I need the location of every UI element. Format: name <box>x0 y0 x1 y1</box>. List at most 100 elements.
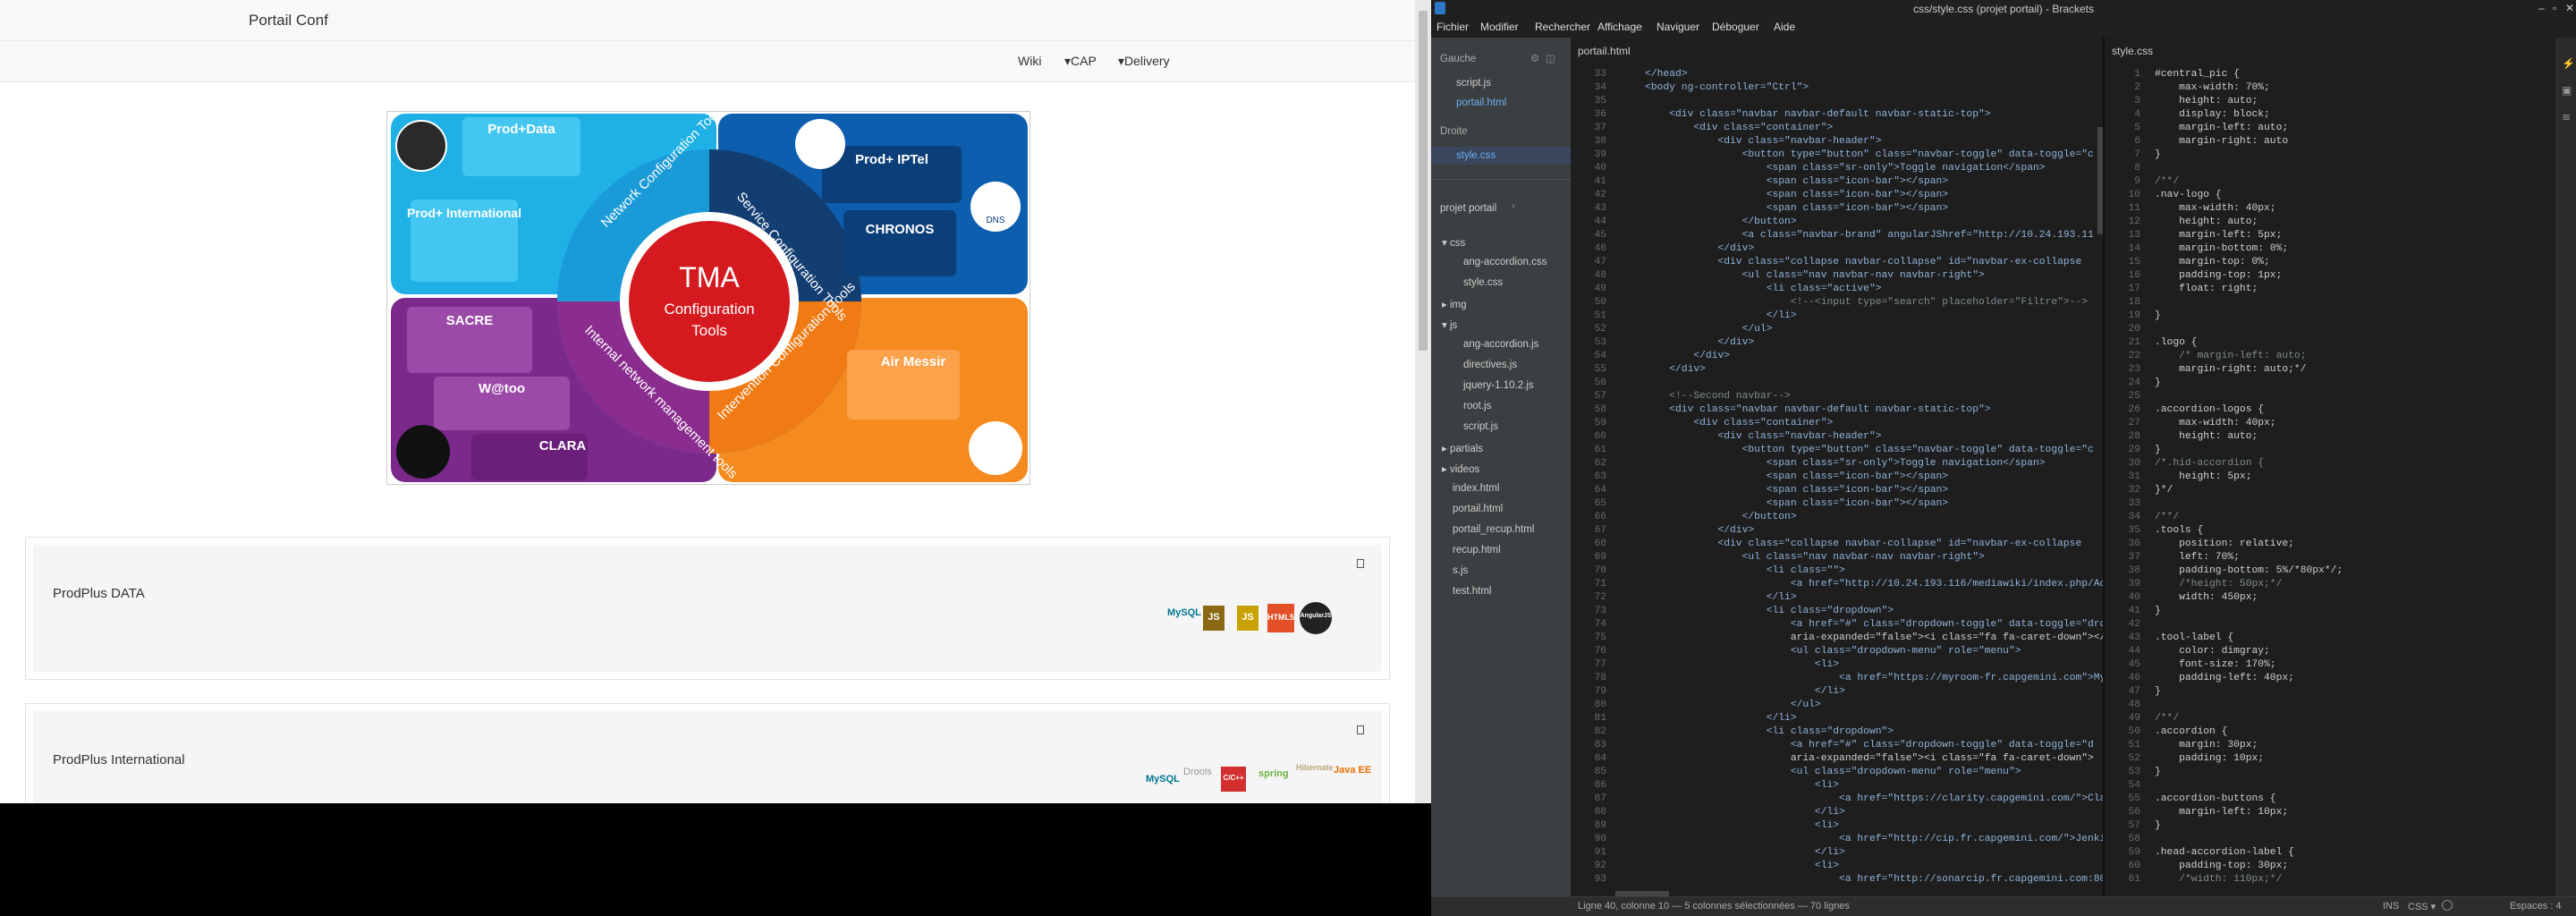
code-line: 33 </head> <box>1571 68 2103 81</box>
tree-item[interactable]: ▸ videos <box>1442 462 1479 475</box>
code-text: <li> <box>1621 780 1840 791</box>
tree-item[interactable]: recup.html <box>1453 545 1501 556</box>
tree-item[interactable]: ▸ partials <box>1442 442 1483 454</box>
tree-item[interactable]: ▾ js <box>1442 318 1457 331</box>
pane-tab-html[interactable]: portail.html <box>1571 38 2103 59</box>
menu-rechercher[interactable]: Rechercher <box>1535 21 1590 33</box>
code-text: } <box>2155 445 2161 455</box>
project-dropdown[interactable]: projet portail <box>1440 203 1496 214</box>
code-line: 71 <a href="http://10.24.193.116/mediawi… <box>1571 578 2117 591</box>
code-line: 47} <box>2105 685 2556 699</box>
code-line: 41} <box>2105 605 2556 618</box>
code-text: </div> <box>1621 351 1731 361</box>
line-number: 60 <box>1594 431 1606 442</box>
line-number: 87 <box>1594 793 1606 804</box>
tree-item[interactable]: ang-accordion.css <box>1463 257 1546 267</box>
tree-item[interactable]: ▸ img <box>1442 298 1467 310</box>
layers-icon[interactable]: ≋ <box>2562 111 2571 123</box>
line-number: 77 <box>1594 659 1606 670</box>
linter-status-icon[interactable] <box>2442 900 2453 911</box>
indent-setting[interactable]: Espaces : 4 <box>2510 901 2561 912</box>
nav-cap-dropdown[interactable]: ▾CAP <box>1064 54 1097 69</box>
line-number: 66 <box>1594 512 1606 522</box>
accordion-prodplus-data[interactable]: ProdPlus DATA MySQL JS JS HTML5 AngularJ… <box>25 537 1390 680</box>
tree-item[interactable]: index.html <box>1453 483 1499 494</box>
line-number: 61 <box>2128 874 2140 885</box>
tree-item[interactable]: directives.js <box>1463 360 1517 370</box>
line-number: 39 <box>2128 579 2140 589</box>
code-line: 51 margin: 30px; <box>2105 739 2556 752</box>
nav-wiki-link[interactable]: Wiki <box>1018 54 1041 68</box>
pane-tab-css[interactable]: style.css <box>2105 38 2556 59</box>
maximize-icon[interactable]: ▫ <box>2553 2 2556 14</box>
live-preview-icon[interactable]: ⚡ <box>2562 57 2575 70</box>
file-sidebar: Gauche ⚙ ◫ script.js portail.html Droite… <box>1431 38 1571 896</box>
code-text: position: relative; <box>2155 539 2294 549</box>
tree-item[interactable]: style.css <box>1463 277 1503 288</box>
menu-affichage[interactable]: Affichage <box>1597 21 1642 33</box>
code-line: 72 </li> <box>1571 591 2103 605</box>
code-html[interactable]: 33 </head> 34 <body ng-controller="Ctrl">… <box>1571 68 2123 886</box>
code-css[interactable]: 1 #central_pic {2 max-width: 70%; 3 height… <box>2105 68 2556 886</box>
accordion-prodplus-international[interactable]: ProdPlus International MySQL Drools C/C+… <box>25 703 1390 803</box>
menu-modifier[interactable]: Modifier <box>1480 21 1519 33</box>
tree-item[interactable]: root.js <box>1463 401 1491 411</box>
working-file-right[interactable]: style.css <box>1456 150 1496 161</box>
tree-item[interactable]: test.html <box>1453 586 1491 597</box>
tree-item[interactable]: script.js <box>1463 421 1498 432</box>
menu-naviguer[interactable]: Naviguer <box>1657 21 1699 33</box>
expand-icon[interactable] <box>1357 725 1364 734</box>
code-line: 75 aria-expanded="false"><i class="fa fa… <box>1571 632 2117 645</box>
tree-item[interactable]: ang-accordion.js <box>1463 339 1538 350</box>
code-line: 66 </button> <box>1571 511 2103 524</box>
center-sub1: Configuration <box>664 301 754 318</box>
close-icon[interactable]: ✕ <box>2565 2 2574 14</box>
split-view-icon[interactable]: ◫ <box>1546 52 1555 64</box>
working-file-active[interactable]: portail.html <box>1456 98 1506 108</box>
menu-aide[interactable]: Aide <box>1774 21 1795 33</box>
code-line: 59 .head-accordion-label { <box>2105 846 2556 860</box>
line-number: 72 <box>1594 592 1606 603</box>
code-line: 23 margin-right: auto;*/ <box>2105 363 2556 377</box>
scrollbar-thumb[interactable] <box>1419 11 1428 351</box>
code-text: max-width: 40px; <box>2155 203 2276 214</box>
nav-delivery-dropdown[interactable]: ▾Delivery <box>1118 54 1170 69</box>
angularjs-logo: AngularJS <box>1300 602 1332 634</box>
code-text: <ul class="dropdown-menu" role="menu"> <box>1621 767 2021 777</box>
code-text: </head> <box>1621 69 1688 80</box>
tree-item[interactable]: portail_recup.html <box>1453 524 1534 535</box>
html5-logo: HTML5 <box>1267 604 1294 632</box>
minimize-icon[interactable]: – <box>2538 2 2545 14</box>
extension-manager-icon[interactable]: ▣ <box>2562 84 2572 97</box>
tree-item[interactable]: s.js <box>1453 565 1468 576</box>
line-number: 42 <box>2128 619 2140 630</box>
language-select[interactable]: CSS ▾ <box>2408 901 2436 912</box>
working-file[interactable]: script.js <box>1456 78 1491 89</box>
tree-item[interactable]: ▾ css <box>1442 236 1465 249</box>
line-number: 76 <box>1594 646 1606 657</box>
code-line: 17 float: right; <box>2105 283 2556 296</box>
line-number: 39 <box>1594 149 1606 160</box>
tree-item[interactable]: portail.html <box>1453 504 1503 514</box>
gear-icon[interactable]: ⚙ <box>1530 52 1539 64</box>
code-line: 70 <li class=""> <box>1571 564 2103 578</box>
menu-bar: Fichier Modifier Rechercher Affichage Na… <box>1431 18 2576 38</box>
code-line: 38 padding-bottom: 5%/*80px*/; <box>2105 564 2556 578</box>
line-number: 28 <box>2128 431 2140 442</box>
code-text: #central_pic { <box>2155 69 2240 80</box>
line-number: 49 <box>1594 284 1606 294</box>
code-line: 51 </li> <box>1571 310 2103 323</box>
code-text: aria-expanded="false"><i class="fa fa-ca… <box>1621 632 2118 643</box>
ins-mode[interactable]: INS <box>2383 901 2399 912</box>
code-line: 54 <box>2105 779 2556 793</box>
code-text: }*/ <box>2155 485 2174 496</box>
menu-deboguer[interactable]: Déboguer <box>1712 21 1759 33</box>
expand-icon[interactable] <box>1357 559 1364 568</box>
tree-item[interactable]: jquery-1.10.2.js <box>1463 380 1534 391</box>
code-line: 49 /**/ <box>2105 712 2556 725</box>
page-scrollbar[interactable] <box>1415 0 1431 803</box>
menu-fichier[interactable]: Fichier <box>1436 21 1469 33</box>
navbar-brand[interactable]: Portail Conf <box>249 12 328 30</box>
line-number: 8 <box>2134 163 2140 174</box>
router-icon <box>395 120 447 172</box>
